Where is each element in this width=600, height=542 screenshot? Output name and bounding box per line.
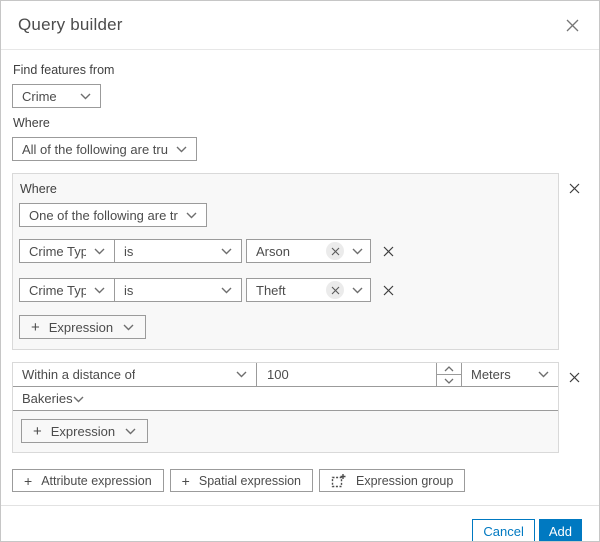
value-chip-label: Arson — [256, 243, 290, 259]
field-select-value: Crime Type — [29, 282, 86, 298]
plus-icon: + — [24, 472, 33, 489]
group-match-mode-select[interactable]: One of the following are tr… — [19, 203, 207, 227]
chevron-down-icon — [86, 286, 105, 294]
add-expression-label: Expression — [48, 319, 114, 335]
chevron-down-icon — [178, 211, 197, 219]
target-layer-select[interactable]: Bakeries — [13, 387, 558, 411]
chevron-down-icon — [228, 371, 247, 378]
spatial-operator-value: Within a distance of — [22, 367, 136, 382]
target-layer-value: Bakeries — [22, 391, 73, 406]
value-combobox[interactable]: Arson — [246, 239, 371, 263]
chevron-down-icon — [213, 286, 232, 294]
chevron-down-icon — [72, 92, 91, 100]
distance-input[interactable] — [257, 363, 436, 386]
chevron-down-icon — [530, 371, 549, 378]
add-expression-button[interactable]: + Expression — [19, 315, 147, 339]
plus-icon: + — [33, 422, 42, 440]
add-button[interactable]: Add — [538, 519, 582, 541]
chevron-down-icon — [123, 323, 134, 331]
operator-select-value: is — [124, 243, 134, 259]
stepper-up-icon[interactable] — [437, 363, 461, 375]
unit-select-value: Meters — [471, 367, 511, 382]
find-features-label: Find features from — [13, 63, 115, 77]
chevron-down-icon — [213, 247, 232, 255]
operator-select[interactable]: is — [114, 239, 242, 263]
value-chip-label: Theft — [256, 282, 286, 298]
chevron-down-icon — [352, 286, 363, 294]
dialog-body: Find features from Crime Where All of th… — [1, 50, 599, 492]
add-spatial-expression-button[interactable]: + Spatial expression — [169, 469, 314, 492]
value-combobox[interactable]: Theft — [246, 278, 371, 302]
remove-condition-icon[interactable] — [380, 243, 397, 260]
close-icon[interactable] — [562, 15, 582, 35]
spatial-expression-box: Within a distance of 100 Meters Bakeries… — [12, 362, 559, 453]
add-expression-button[interactable]: + Expression — [21, 419, 149, 443]
operator-select-value: is — [124, 282, 134, 298]
distance-stepper — [436, 363, 461, 386]
plus-icon: + — [181, 472, 190, 489]
remove-condition-icon[interactable] — [380, 282, 397, 299]
add-attribute-expression-button[interactable]: + Attribute expression — [12, 469, 164, 492]
spatial-condition-row: Within a distance of 100 Meters — [13, 363, 558, 387]
add-expression-group-button[interactable]: Expression group — [319, 469, 466, 492]
expression-group-icon — [331, 473, 347, 488]
add-expression-label: Expression — [50, 423, 116, 439]
remove-group-icon[interactable] — [566, 369, 583, 386]
match-mode-select[interactable]: All of the following are true — [12, 137, 197, 161]
condition-row: Crime Type is Theft — [19, 278, 552, 302]
dialog-title: Query builder — [18, 15, 123, 34]
chevron-down-icon — [86, 247, 105, 255]
attribute-expression-label: Attribute expression — [41, 473, 152, 488]
spatial-expression-label: Spatial expression — [198, 473, 302, 488]
field-select[interactable]: Crime Type — [19, 239, 115, 263]
remove-group-icon[interactable] — [566, 180, 583, 197]
chip-remove-icon[interactable] — [326, 242, 344, 260]
spatial-operator-select[interactable]: Within a distance of — [13, 363, 256, 386]
plus-icon: + — [31, 318, 40, 336]
expression-group-1: Where One of the following are tr… Crime… — [12, 173, 589, 350]
chevron-down-icon — [125, 427, 136, 435]
where-label: Where — [13, 116, 50, 130]
dialog-header: Query builder — [1, 1, 599, 50]
expression-actions-row: + Attribute expression + Spatial express… — [12, 469, 589, 492]
stepper-down-icon[interactable] — [437, 375, 461, 386]
group-match-mode-value: One of the following are tr… — [29, 207, 178, 223]
expression-group-label: Expression group — [356, 473, 454, 488]
layer-select[interactable]: Crime — [12, 84, 101, 108]
query-builder-dialog: Query builder Find features from Crime W… — [0, 0, 600, 542]
chevron-down-icon — [72, 391, 84, 406]
operator-select[interactable]: is — [114, 278, 242, 302]
expression-group-1-box: Where One of the following are tr… Crime… — [12, 173, 559, 350]
distance-field-wrap — [256, 363, 436, 386]
cancel-button[interactable]: Cancel — [472, 519, 535, 541]
chevron-down-icon — [168, 145, 187, 153]
spatial-expression-group: Within a distance of 100 Meters Bakeries… — [12, 362, 589, 453]
field-select-value: Crime Type — [29, 243, 86, 259]
field-select[interactable]: Crime Type — [19, 278, 115, 302]
layer-select-value: Crime — [22, 88, 57, 104]
chevron-down-icon — [352, 247, 363, 255]
group-where-label: Where — [20, 182, 57, 196]
chip-remove-icon[interactable] — [326, 281, 344, 299]
match-mode-value: All of the following are true — [22, 141, 168, 157]
unit-select[interactable]: Meters — [461, 363, 558, 386]
condition-row: Crime Type is Arson — [19, 239, 552, 263]
dialog-footer: Cancel Add — [1, 505, 599, 541]
